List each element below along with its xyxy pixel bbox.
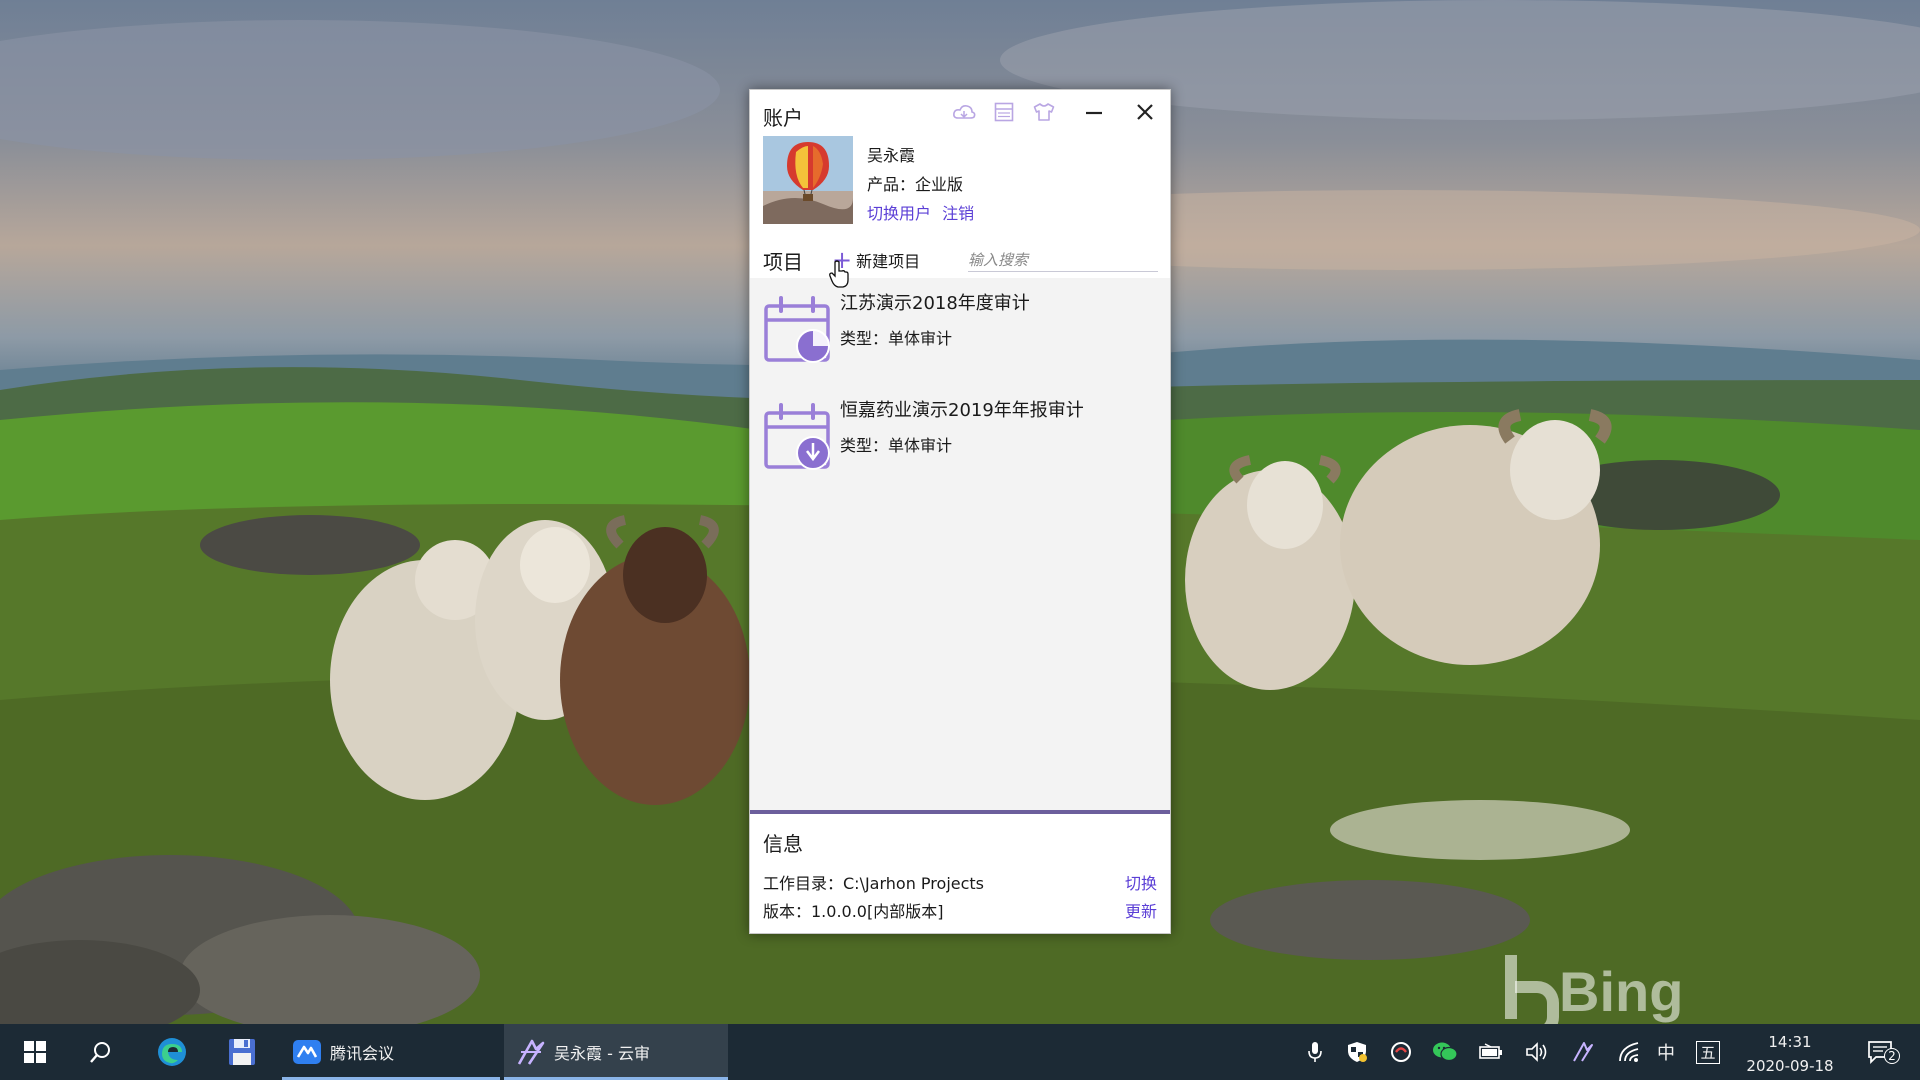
security-shield-icon[interactable]: [1342, 1024, 1372, 1080]
project-list: 江苏演示2018年度审计 类型：单体审计 恒嘉药业演示2019年年报审计 类型：…: [750, 278, 1170, 814]
bing-text: Bing: [1559, 960, 1684, 1023]
layout-icon[interactable]: [990, 98, 1018, 126]
projects-title: 项目: [763, 250, 803, 274]
logout-link[interactable]: 注销: [942, 204, 974, 223]
edge-icon: [158, 1038, 186, 1066]
floppy-icon: [229, 1039, 255, 1065]
info-panel: 信息 工作目录：C:\Jarhon Projects 切换 版本：1.0.0.0…: [750, 818, 1170, 933]
notification-count: 2: [1884, 1048, 1900, 1064]
audit-app-label: 吴永霞 - 云审: [554, 1044, 650, 1063]
tencent-meeting-icon: [293, 1040, 321, 1064]
notification-center-button[interactable]: 2: [1860, 1024, 1904, 1080]
edge-button[interactable]: [146, 1024, 198, 1080]
user-name: 吴永霞: [867, 146, 916, 165]
wechat-icon[interactable]: [1430, 1024, 1460, 1080]
product-edition: 产品：企业版: [867, 175, 964, 194]
save-app-button[interactable]: [216, 1024, 268, 1080]
project-item[interactable]: 江苏演示2018年度审计 类型：单体审计: [750, 278, 1170, 378]
window-title: 账户: [763, 106, 803, 130]
project-name: 恒嘉药业演示2019年年报审计: [840, 400, 1084, 421]
new-project-label: 新建项目: [856, 252, 921, 271]
account-panel: 吴永霞 产品：企业版 切换用户 注销: [763, 136, 1159, 226]
search-icon: [90, 1042, 110, 1063]
meeting-app-label: 腾讯会议: [330, 1044, 395, 1063]
shirt-icon[interactable]: [1030, 98, 1058, 126]
battery-icon[interactable]: [1476, 1024, 1506, 1080]
avatar[interactable]: [763, 136, 853, 224]
ime-mode-indicator[interactable]: 五: [1692, 1024, 1724, 1080]
account-actions: 切换用户 注销: [867, 200, 974, 224]
search-button[interactable]: [76, 1024, 126, 1080]
system-clock[interactable]: 14:31 2020-09-18: [1730, 1030, 1850, 1078]
bing-logo-icon: [1505, 955, 1559, 1024]
projects-header: 项目 + 新建项目: [750, 240, 1170, 280]
taskbar-meeting-app[interactable]: 腾讯会议: [282, 1024, 500, 1080]
bing-watermark: Bing: [1505, 955, 1683, 1024]
project-item[interactable]: 恒嘉药业演示2019年年报审计 类型：单体审计: [750, 385, 1170, 485]
ime-mode-label: 五: [1696, 1040, 1720, 1064]
project-name: 江苏演示2018年度审计: [840, 293, 1030, 314]
project-type: 类型：单体审计: [840, 436, 953, 455]
network-icon[interactable]: [1614, 1024, 1644, 1080]
search-input[interactable]: [968, 248, 1158, 272]
taskbar: 腾讯会议 吴永霞 - 云审 中 五 14:31 2020-09-18 2: [0, 1024, 1920, 1080]
cloud-icon[interactable]: [950, 98, 978, 126]
clock-time: 14:31: [1768, 1033, 1812, 1051]
close-icon[interactable]: [1131, 98, 1159, 126]
calendar-chart-icon: [764, 403, 830, 470]
title-bar[interactable]: 账户: [750, 90, 1170, 130]
update-link[interactable]: 更新: [1125, 898, 1157, 922]
hand-cursor-icon: [829, 260, 849, 288]
volume-icon[interactable]: [1522, 1024, 1552, 1080]
version-text: 版本：1.0.0.0[内部版本]: [763, 902, 944, 921]
cloud-audit-tray-icon[interactable]: [1568, 1024, 1598, 1080]
account-window: 账户 吴永霞 产品：企业版 切换用户 注销 项目 + 新建项目 输入搜索 江苏演…: [749, 89, 1171, 934]
windows-icon: [24, 1041, 46, 1063]
working-directory: 工作目录：C:\Jarhon Projects: [763, 874, 985, 893]
info-title: 信息: [763, 832, 803, 856]
switch-user-link[interactable]: 切换用户: [867, 204, 931, 223]
microphone-icon[interactable]: [1300, 1024, 1330, 1080]
project-type: 类型：单体审计: [840, 329, 953, 348]
sync-icon[interactable]: [1386, 1024, 1416, 1080]
calendar-chart-icon: [764, 296, 830, 363]
taskbar-audit-app[interactable]: 吴永霞 - 云审: [504, 1024, 728, 1080]
switch-directory-link[interactable]: 切换: [1125, 870, 1157, 894]
cloud-audit-icon: [517, 1039, 545, 1065]
clock-date: 2020-09-18: [1746, 1057, 1834, 1075]
ime-language-indicator[interactable]: 中: [1650, 1024, 1682, 1080]
start-button[interactable]: [10, 1024, 60, 1080]
minimize-icon[interactable]: [1080, 98, 1108, 126]
